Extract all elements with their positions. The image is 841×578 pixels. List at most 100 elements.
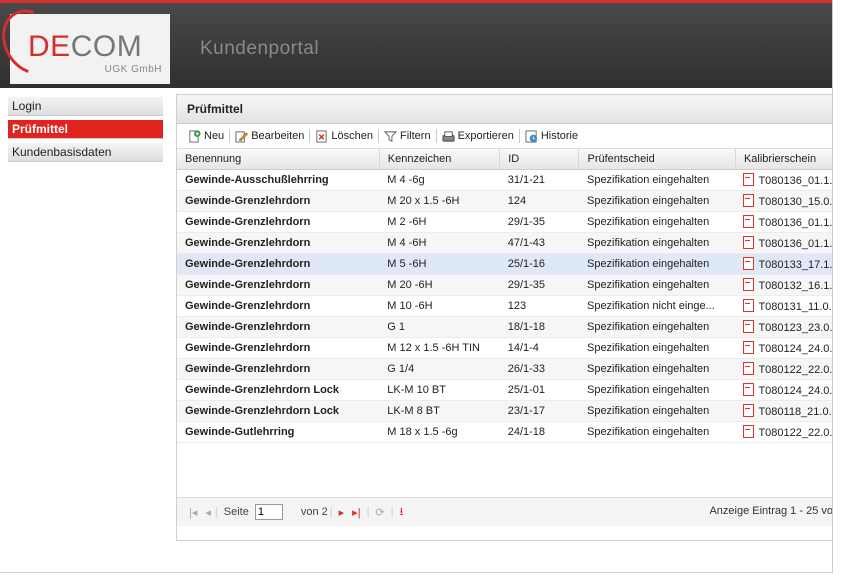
cell-kennzeichen: M 20 x 1.5 -6H <box>379 190 500 212</box>
first-page-icon[interactable]: |◂ <box>189 506 197 519</box>
table-row[interactable]: Gewinde-Grenzlehrdorn M 10 -6H 123 Spezifik… <box>177 295 832 317</box>
certificate-link[interactable]: T080131_11.0... <box>758 301 832 313</box>
table-row[interactable]: Gewinde-Grenzlehrdorn M 4 -6H 47/1-43 Spezi… <box>177 232 832 254</box>
cell-id: 124 <box>499 190 579 212</box>
cell-kalibrierschein[interactable]: T080130_15.0... <box>735 190 832 212</box>
logo-brand-de: DE <box>28 30 71 63</box>
cell-id: 26/1-33 <box>499 358 579 380</box>
cell-benennung: Gewinde-Grenzlehrdorn <box>177 337 380 359</box>
cell-kennzeichen: M 20 -6H <box>379 274 500 296</box>
cell-pruefentscheid: Spezifikation eingehalten <box>578 190 736 212</box>
pdf-icon <box>743 341 755 354</box>
table-row[interactable]: Gewinde-Grenzlehrdorn Lock LK-M 8 BT 23/1-… <box>177 400 832 422</box>
column-header-kalibrierschein[interactable]: Kalibrierschein <box>735 149 832 170</box>
table-row[interactable]: Gewinde-Ausschußlehrring M 4 -6g 31/1-21 Sp… <box>177 169 832 191</box>
cell-benennung: Gewinde-Grenzlehrdorn <box>177 253 380 275</box>
certificate-link[interactable]: T080122_22.0... <box>758 364 832 376</box>
certificate-link[interactable]: T080133_17.1... <box>758 259 832 271</box>
export-button[interactable]: Exportieren <box>437 130 519 143</box>
logo-text: DECOM <box>28 30 142 64</box>
column-header-id[interactable]: ID <box>499 149 580 170</box>
column-header-kennzeichen[interactable]: Kennzeichen <box>379 149 501 170</box>
cell-kalibrierschein[interactable]: T080136_01.1... <box>735 169 832 191</box>
cell-benennung: Gewinde-Grenzlehrdorn <box>177 232 380 254</box>
cell-kalibrierschein[interactable]: T080136_01.1... <box>735 232 832 254</box>
table-row[interactable]: Gewinde-Grenzlehrdorn M 20 -6H 29/1-35 Spez… <box>177 274 832 296</box>
table-row[interactable]: Gewinde-Grenzlehrdorn Lock LK-M 10 BT 25/1… <box>177 379 832 401</box>
certificate-link[interactable]: T080132_16.1... <box>758 280 832 292</box>
delete-button[interactable]: Löschen <box>310 129 378 143</box>
cell-kalibrierschein[interactable]: T080136_01.1... <box>735 211 832 233</box>
sidebar-item-login[interactable]: Login <box>8 97 163 116</box>
cell-pruefentscheid: Spezifikation eingehalten <box>578 169 736 191</box>
refresh-icon[interactable]: ⟳ <box>375 506 384 519</box>
prev-page-icon[interactable]: ◂ <box>205 506 211 519</box>
table-row[interactable]: Gewinde-Grenzlehrdorn G 1 18/1-18 Spezifika… <box>177 316 832 338</box>
cell-kalibrierschein[interactable]: T080124_24.0... <box>735 337 832 359</box>
pager-separator: | <box>214 506 218 518</box>
table-row[interactable]: Gewinde-Gutlehrring M 18 x 1.5 -6g 24/1-18… <box>177 421 832 443</box>
cell-kalibrierschein[interactable]: T080122_22.0... <box>735 421 832 443</box>
pdf-icon <box>743 236 755 249</box>
cell-pruefentscheid: Spezifikation eingehalten <box>578 379 736 401</box>
column-header-pruefentscheid[interactable]: Prüfentscheid <box>578 149 736 170</box>
page-of-label: von 2 <box>300 506 328 518</box>
cell-kennzeichen: M 18 x 1.5 -6g <box>379 421 500 443</box>
table-row[interactable]: Gewinde-Grenzlehrdorn M 20 x 1.5 -6H 124 Sp… <box>177 190 832 212</box>
sidebar-item-kundenbasisdaten[interactable]: Kundenbasisdaten <box>8 143 163 162</box>
certificate-link[interactable]: T080123_23.0... <box>758 322 832 334</box>
cell-kennzeichen: LK-M 10 BT <box>379 379 500 401</box>
column-header-benennung[interactable]: Benennung <box>177 149 380 170</box>
certificate-link[interactable]: T080122_22.0... <box>758 427 832 439</box>
logo: DECOM UGK GmbH <box>0 0 170 85</box>
cell-id: 29/1-35 <box>499 274 579 296</box>
certificate-link[interactable]: T080136_01.1... <box>758 238 832 250</box>
record-count: Anzeige Eintrag 1 - 25 vo <box>709 505 833 517</box>
cell-id: 14/1-4 <box>499 337 579 359</box>
last-page-icon[interactable]: ▸| <box>352 506 360 519</box>
table-row[interactable]: Gewinde-Grenzlehrdorn M 12 x 1.5 -6H TIN 1… <box>177 337 832 359</box>
cell-pruefentscheid: Spezifikation nicht einge... <box>578 295 736 317</box>
cell-kalibrierschein[interactable]: T080122_22.0... <box>735 358 832 380</box>
new-label: Neu <box>204 130 225 142</box>
pdf-icon <box>743 257 755 270</box>
certificate-link[interactable]: T080136_01.1... <box>758 217 832 229</box>
edit-button[interactable]: Bearbeiten <box>230 130 309 143</box>
history-label: Historie <box>540 130 579 142</box>
export-label: Exportieren <box>457 130 514 142</box>
certificate-link[interactable]: T080118_21.0... <box>758 406 832 418</box>
page-label: Seite <box>223 506 249 518</box>
cell-kennzeichen: M 5 -6H <box>379 253 500 275</box>
certificate-link[interactable]: T080130_15.0... <box>758 196 832 208</box>
cell-kalibrierschein[interactable]: T080124_24.0... <box>735 379 832 401</box>
cell-kalibrierschein[interactable]: T080131_11.0... <box>735 295 832 317</box>
cell-benennung: Gewinde-Grenzlehrdorn <box>177 295 380 317</box>
delete-icon <box>316 129 328 143</box>
history-button[interactable]: Historie <box>520 129 583 143</box>
pagination-bar: |◂ ◂ | Seite von 2 | ▸ ▸| | ⟳ | ⭳ Anzeig… <box>177 497 833 526</box>
header-accent-line <box>0 0 832 3</box>
sidebar-item-pruefmittel[interactable]: Prüfmittel <box>8 120 163 139</box>
table-row[interactable]: Gewinde-Grenzlehrdorn G 1/4 26/1-33 Spezifi… <box>177 358 832 380</box>
cell-kalibrierschein[interactable]: T080123_23.0... <box>735 316 832 338</box>
filter-button[interactable]: Filtern <box>379 130 436 143</box>
new-button[interactable]: Neu <box>183 129 229 143</box>
cell-pruefentscheid: Spezifikation eingehalten <box>578 421 736 443</box>
app-frame: DECOM UGK GmbH Kundenportal Login Prüfmi… <box>0 0 833 573</box>
cell-kalibrierschein[interactable]: T080133_17.1... <box>735 253 832 275</box>
cell-benennung: Gewinde-Gutlehrring <box>177 421 380 443</box>
cell-benennung: Gewinde-Grenzlehrdorn <box>177 274 380 296</box>
cell-kalibrierschein[interactable]: T080118_21.0... <box>735 400 832 422</box>
next-page-icon[interactable]: ▸ <box>339 506 345 519</box>
certificate-link[interactable]: T080124_24.0... <box>758 343 832 355</box>
page-number-input[interactable] <box>254 504 283 520</box>
table-row[interactable]: Gewinde-Grenzlehrdorn M 5 -6H 25/1-16 Spezi… <box>177 253 832 275</box>
export-pdf-icon[interactable]: ⭳ <box>400 503 404 522</box>
table-row[interactable]: Gewinde-Grenzlehrdorn M 2 -6H 29/1-35 Spezi… <box>177 211 832 233</box>
certificate-link[interactable]: T080136_01.1... <box>758 175 832 187</box>
toolbar: Neu Bearbeiten Löschen Filtern Exportier… <box>177 124 832 149</box>
certificate-link[interactable]: T080124_24.0... <box>758 385 832 397</box>
history-icon <box>525 129 537 143</box>
cell-kalibrierschein[interactable]: T080132_16.1... <box>735 274 832 296</box>
filter-label: Filtern <box>400 130 431 142</box>
